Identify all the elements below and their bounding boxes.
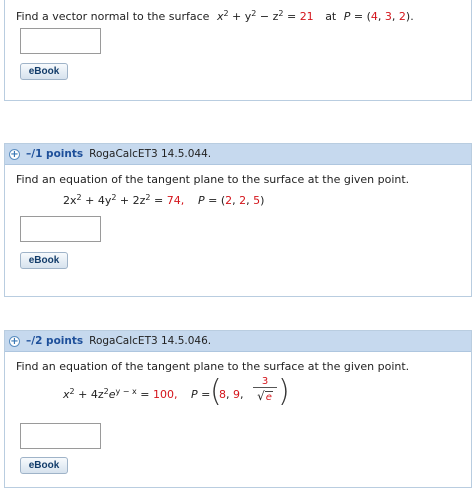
sqrt-argument: e bbox=[264, 391, 273, 403]
point-coord: 2 bbox=[398, 10, 406, 23]
question-code: RogaCalcET3 14.5.046. bbox=[89, 335, 212, 347]
eq-equals: = bbox=[283, 10, 300, 23]
question-header: + –/1 points RogaCalcET3 14.5.044. bbox=[5, 144, 471, 165]
close-paren: ) bbox=[260, 194, 265, 207]
point-coords: 8, 9, bbox=[219, 388, 244, 401]
question-prompt: Find an equation of the tangent plane to… bbox=[16, 173, 410, 186]
sqrt-icon: √ bbox=[257, 389, 265, 403]
expand-plus-icon[interactable]: + bbox=[9, 335, 20, 347]
ebook-button[interactable]: eBook bbox=[20, 63, 68, 80]
point-equals: = ( bbox=[204, 194, 226, 207]
prompt-text: Find a vector normal to the surface bbox=[16, 10, 210, 23]
point-equals: = bbox=[197, 388, 211, 401]
eq-equals: = bbox=[150, 194, 167, 207]
question-card-1: Find a vector normal to the surface x2 +… bbox=[4, 0, 472, 101]
question-code: RogaCalcET3 14.5.044. bbox=[89, 148, 212, 160]
fraction-numerator: 3 bbox=[253, 376, 277, 388]
point-coord: 4 bbox=[370, 10, 378, 23]
surface-equation: x2 + y2 − z2 = 21 bbox=[217, 10, 317, 24]
comma: , bbox=[391, 10, 399, 23]
point-label: P bbox=[198, 194, 205, 207]
eq-value: 100, bbox=[152, 388, 178, 401]
fraction-denominator: √e bbox=[253, 388, 277, 403]
answer-input[interactable] bbox=[20, 423, 101, 449]
eq-term: + 4z bbox=[74, 388, 104, 401]
ebook-button[interactable]: eBook bbox=[20, 252, 68, 269]
point-fraction: 3 √e bbox=[253, 376, 277, 403]
question-prompt: Find a vector normal to the surface x2 +… bbox=[16, 10, 414, 24]
eq-term: + 4y bbox=[81, 194, 112, 207]
point-coord: 8 bbox=[219, 388, 226, 401]
question-header: + –/2 points RogaCalcET3 14.5.046. bbox=[5, 331, 471, 352]
question-card-2: + –/1 points RogaCalcET3 14.5.044. Find … bbox=[4, 143, 472, 297]
points-label: –/2 points bbox=[26, 335, 84, 347]
eq-value: 74, bbox=[166, 194, 185, 207]
eq-term: − z bbox=[256, 10, 279, 23]
eq-term: + y bbox=[228, 10, 252, 23]
ebook-button[interactable]: eBook bbox=[20, 457, 68, 474]
point-spec: P = bbox=[191, 388, 210, 401]
comma: , bbox=[240, 388, 244, 401]
eq-value: 21 bbox=[299, 10, 314, 23]
comma: , bbox=[377, 10, 385, 23]
point-coord: 9 bbox=[233, 388, 240, 401]
question-card-3: + –/2 points RogaCalcET3 14.5.046. Find … bbox=[4, 330, 472, 488]
at-text: at bbox=[325, 10, 337, 23]
answer-input[interactable] bbox=[20, 28, 101, 54]
point-label: P bbox=[191, 388, 198, 401]
eq-term: + 2z bbox=[116, 194, 146, 207]
eq-exponent: y − x bbox=[115, 387, 137, 396]
eq-term: 2x bbox=[63, 194, 77, 207]
expand-plus-icon[interactable]: + bbox=[9, 148, 20, 160]
comma: , bbox=[226, 388, 233, 401]
close-paren: ). bbox=[405, 10, 414, 23]
surface-equation: 2x2 + 4y2 + 2z2 = 74, bbox=[63, 194, 185, 208]
point-spec: P = (2, 2, 5) bbox=[198, 194, 264, 207]
answer-input[interactable] bbox=[20, 216, 101, 242]
question-prompt: Find an equation of the tangent plane to… bbox=[16, 360, 410, 373]
close-paren-icon: ) bbox=[278, 374, 290, 409]
eq-equals: = bbox=[136, 388, 153, 401]
point-coord: 3 bbox=[384, 10, 392, 23]
point-spec: P = (4, 3, 2). bbox=[344, 10, 414, 23]
surface-equation: x2 + 4z2ey − x = 100, bbox=[63, 387, 178, 402]
point-equals: = ( bbox=[350, 10, 371, 23]
points-label: –/1 points bbox=[26, 148, 84, 160]
